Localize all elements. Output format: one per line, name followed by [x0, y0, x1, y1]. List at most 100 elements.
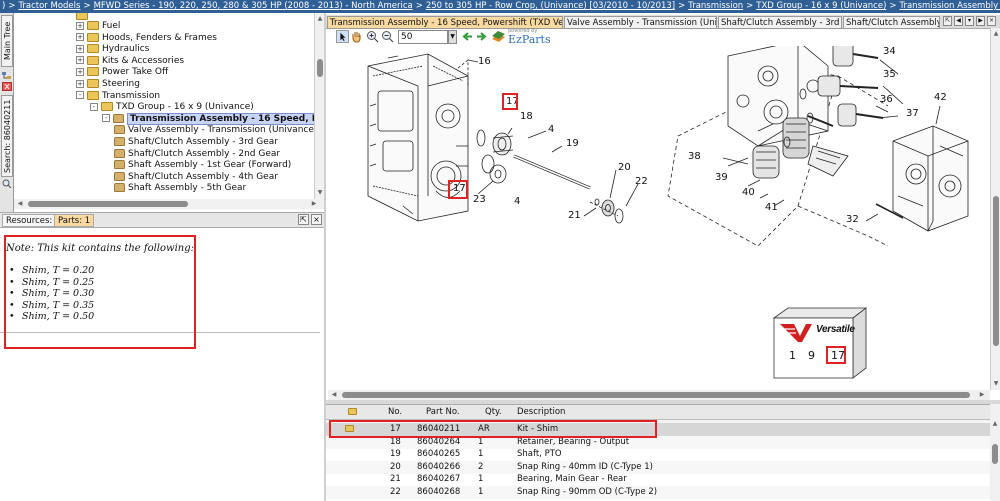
pan-hand-icon[interactable]	[350, 30, 363, 43]
tab-main-tree[interactable]: Main Tree	[1, 15, 13, 67]
callout-number[interactable]: 21	[568, 210, 581, 221]
expand-icon[interactable]: +	[76, 21, 84, 30]
breadcrumb-link[interactable]: Tractor Models	[18, 1, 80, 11]
pin-icon[interactable]: ⇱	[943, 16, 952, 26]
callout-number[interactable]: 4	[548, 124, 554, 135]
column-header-qty[interactable]: Qty.	[485, 405, 515, 419]
scroll-thumb[interactable]	[992, 444, 998, 464]
chevron-down-icon[interactable]: ▼	[448, 30, 457, 44]
tree-item[interactable]: + Power Take Off	[76, 66, 168, 78]
callout-number[interactable]: 23	[473, 194, 486, 205]
tree-item-label: Transmission Assembly - 16 Speed, Power	[127, 112, 314, 125]
breadcrumb-link[interactable]: Transmission	[688, 1, 743, 11]
tree-item[interactable]: Valve Assembly - Transmission (Univance)	[114, 124, 314, 136]
breadcrumb-link[interactable]: MFWD Series - 190, 220, 250, 280 & 305 H…	[94, 1, 413, 11]
tree-item[interactable]: + Kits & Accessories	[76, 55, 184, 67]
collapse-icon[interactable]: -	[90, 102, 98, 111]
diagram-v-scrollbar[interactable]: ▲ ▼	[990, 28, 1000, 390]
scroll-thumb[interactable]	[342, 392, 970, 398]
row-highlight-box	[329, 420, 657, 438]
chevron-left-icon[interactable]: ◀	[954, 16, 963, 26]
callout-number[interactable]: 18	[520, 111, 533, 122]
part-icon	[114, 148, 125, 158]
pin-icon[interactable]: ⇱	[298, 214, 309, 225]
folder-icon	[87, 44, 99, 54]
tab-search[interactable]: Search: 86040211	[1, 95, 13, 177]
search-icon[interactable]	[2, 179, 12, 188]
scroll-thumb[interactable]	[993, 196, 999, 346]
collapse-icon[interactable]: -	[76, 91, 84, 100]
expand-icon[interactable]: +	[76, 44, 84, 53]
tree-item-label: Steering	[102, 79, 140, 89]
callout-number[interactable]: 39	[715, 172, 728, 183]
close-icon[interactable]: ×	[987, 16, 996, 26]
callout-number[interactable]: 4	[514, 196, 520, 207]
tree-item[interactable]: Shaft/Clutch Assembly - 2nd Gear	[114, 148, 280, 160]
tree-item[interactable]: + Hydraulics	[76, 43, 149, 55]
versatile-page-box	[772, 307, 868, 379]
column-header-description[interactable]: Description	[517, 405, 717, 419]
callout-number[interactable]: 35	[883, 69, 896, 80]
grid-scrollbar[interactable]: ▲	[990, 404, 1000, 501]
list-icon[interactable]: ▾	[965, 16, 974, 26]
tree-item[interactable]: - Transmission	[76, 90, 160, 102]
arrow-left-icon[interactable]	[461, 30, 474, 43]
column-header-part-no[interactable]: Part No.	[426, 405, 486, 419]
callout-number[interactable]: 42	[934, 92, 947, 103]
breadcrumb-link[interactable]: 250 to 305 HP - Row Crop, (Univance) [03…	[426, 1, 675, 11]
tree-item[interactable]: + Fuel	[76, 20, 120, 32]
zoom-out-icon[interactable]	[381, 30, 394, 43]
expand-icon[interactable]: +	[76, 56, 84, 65]
exploded-diagram: 16 17 18 4 19 20 22 21 4 23 17 34 35 36 37 42 38 39 40 41 32…	[328, 46, 990, 392]
zoom-input[interactable]: 50	[398, 30, 448, 44]
expand-icon[interactable]: +	[76, 79, 84, 88]
tree-icon[interactable]	[2, 71, 12, 80]
breadcrumb-link[interactable]: TXD Group - 16 x 9 (Univance)	[756, 1, 886, 11]
tree-item[interactable]: + Steering	[76, 78, 140, 90]
chevron-right-icon[interactable]: ▶	[976, 16, 985, 26]
tree-item[interactable]: + Hoods, Fenders & Frames	[76, 32, 217, 44]
callout-number[interactable]: 19	[566, 138, 579, 149]
table-row[interactable]: 19 86040265 1 Shaft, PTO	[326, 448, 990, 461]
tree-item[interactable]: Shaft/Clutch Assembly - 3rd Gear	[114, 136, 278, 148]
callout-number[interactable]: 40	[742, 187, 755, 198]
close-icon[interactable]	[2, 82, 12, 91]
callout-number[interactable]: 38	[688, 151, 701, 162]
cell-qty: 2	[478, 461, 484, 472]
tree-scrollbar[interactable]: ▲ ▼	[314, 13, 324, 199]
arrow-right-icon[interactable]	[475, 30, 488, 43]
callout-number[interactable]: 36	[880, 94, 893, 105]
tree-item-label: Valve Assembly - Transmission (Univance)	[128, 125, 314, 136]
table-row[interactable]: 21 86040267 1 Bearing, Main Gear - Rear	[326, 473, 990, 486]
tree-item[interactable]: Shaft/Clutch Assembly - 4th Gear	[114, 171, 278, 183]
callout-number[interactable]: 34	[883, 46, 896, 57]
callout-number[interactable]: 41	[765, 202, 778, 213]
callout-number[interactable]: 16	[478, 56, 491, 67]
scroll-thumb[interactable]	[317, 59, 323, 77]
table-row[interactable]: 20 86040266 2 Snap Ring - 40mm ID (C-Type 1…	[326, 460, 990, 474]
scroll-thumb[interactable]	[28, 201, 188, 207]
tree-item[interactable]: Shaft Assembly - 5th Gear	[114, 182, 246, 194]
callout-number[interactable]: 22	[635, 176, 648, 187]
close-icon[interactable]: ×	[311, 214, 322, 225]
expand-icon[interactable]: +	[76, 67, 84, 76]
callout-number[interactable]: 37	[906, 108, 919, 119]
tab-parts[interactable]: Parts: 1	[54, 214, 95, 227]
callout-number[interactable]: 20	[618, 162, 631, 173]
pointer-icon[interactable]	[336, 30, 349, 43]
tree-item[interactable]: - Transmission Assembly - 16 Speed, Power	[102, 112, 314, 125]
column-header-no[interactable]: No.	[388, 405, 428, 419]
expand-icon[interactable]: +	[76, 33, 84, 42]
collapse-icon[interactable]: -	[102, 114, 110, 123]
tree-item-label: TXD Group - 16 x 9 (Univance)	[116, 102, 254, 113]
table-row[interactable]: 22 86040268 1 Snap Ring - 90mm OD (C-Type 2…	[326, 485, 990, 499]
callout-highlight	[502, 93, 518, 110]
callout-number[interactable]: 32	[846, 214, 859, 225]
tree-item[interactable]: - TXD Group - 16 x 9 (Univance)	[90, 101, 254, 113]
tree-item[interactable]: Shaft Assembly - 1st Gear (Forward)	[114, 159, 291, 171]
cell-qty: 1	[478, 486, 484, 497]
breadcrumb-link[interactable]: Transmission Assembly - 16 Speed, Powers…	[900, 1, 1000, 11]
diagram-h-scrollbar[interactable]: ◀ ▶	[328, 390, 990, 400]
tree-h-scrollbar[interactable]: ◀ ▶	[14, 199, 324, 209]
zoom-in-icon[interactable]	[366, 30, 379, 43]
